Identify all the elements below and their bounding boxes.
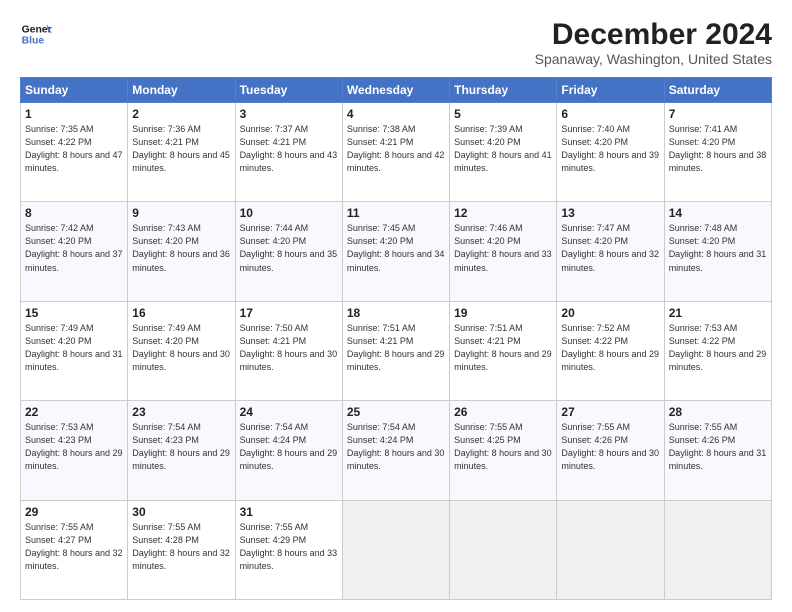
table-row: 3 Sunrise: 7:37 AMSunset: 4:21 PMDayligh… <box>235 103 342 202</box>
col-wednesday: Wednesday <box>342 78 449 103</box>
table-row: 14 Sunrise: 7:48 AMSunset: 4:20 PMDaylig… <box>664 202 771 301</box>
calendar-week-row: 15 Sunrise: 7:49 AMSunset: 4:20 PMDaylig… <box>21 301 772 400</box>
table-row: 2 Sunrise: 7:36 AMSunset: 4:21 PMDayligh… <box>128 103 235 202</box>
table-row: 30 Sunrise: 7:55 AMSunset: 4:28 PMDaylig… <box>128 500 235 599</box>
table-row: 1 Sunrise: 7:35 AMSunset: 4:22 PMDayligh… <box>21 103 128 202</box>
col-sunday: Sunday <box>21 78 128 103</box>
calendar: Sunday Monday Tuesday Wednesday Thursday… <box>20 77 772 600</box>
table-row: 8 Sunrise: 7:42 AMSunset: 4:20 PMDayligh… <box>21 202 128 301</box>
table-row: 4 Sunrise: 7:38 AMSunset: 4:21 PMDayligh… <box>342 103 449 202</box>
subtitle: Spanaway, Washington, United States <box>535 51 772 67</box>
calendar-week-row: 1 Sunrise: 7:35 AMSunset: 4:22 PMDayligh… <box>21 103 772 202</box>
table-row: 31 Sunrise: 7:55 AMSunset: 4:29 PMDaylig… <box>235 500 342 599</box>
empty-cell <box>557 500 664 599</box>
table-row: 23 Sunrise: 7:54 AMSunset: 4:23 PMDaylig… <box>128 401 235 500</box>
table-row: 22 Sunrise: 7:53 AMSunset: 4:23 PMDaylig… <box>21 401 128 500</box>
calendar-week-row: 29 Sunrise: 7:55 AMSunset: 4:27 PMDaylig… <box>21 500 772 599</box>
logo: General Blue <box>20 18 52 50</box>
table-row: 25 Sunrise: 7:54 AMSunset: 4:24 PMDaylig… <box>342 401 449 500</box>
empty-cell <box>342 500 449 599</box>
table-row: 19 Sunrise: 7:51 AMSunset: 4:21 PMDaylig… <box>450 301 557 400</box>
col-saturday: Saturday <box>664 78 771 103</box>
table-row: 26 Sunrise: 7:55 AMSunset: 4:25 PMDaylig… <box>450 401 557 500</box>
table-row: 28 Sunrise: 7:55 AMSunset: 4:26 PMDaylig… <box>664 401 771 500</box>
col-monday: Monday <box>128 78 235 103</box>
table-row: 27 Sunrise: 7:55 AMSunset: 4:26 PMDaylig… <box>557 401 664 500</box>
title-block: December 2024 Spanaway, Washington, Unit… <box>535 18 772 67</box>
table-row: 13 Sunrise: 7:47 AMSunset: 4:20 PMDaylig… <box>557 202 664 301</box>
page: General Blue December 2024 Spanaway, Was… <box>0 0 792 612</box>
calendar-week-row: 22 Sunrise: 7:53 AMSunset: 4:23 PMDaylig… <box>21 401 772 500</box>
table-row: 11 Sunrise: 7:45 AMSunset: 4:20 PMDaylig… <box>342 202 449 301</box>
table-row: 10 Sunrise: 7:44 AMSunset: 4:20 PMDaylig… <box>235 202 342 301</box>
logo-icon: General Blue <box>20 18 52 50</box>
calendar-header-row: Sunday Monday Tuesday Wednesday Thursday… <box>21 78 772 103</box>
empty-cell <box>450 500 557 599</box>
table-row: 7 Sunrise: 7:41 AMSunset: 4:20 PMDayligh… <box>664 103 771 202</box>
table-row: 24 Sunrise: 7:54 AMSunset: 4:24 PMDaylig… <box>235 401 342 500</box>
table-row: 12 Sunrise: 7:46 AMSunset: 4:20 PMDaylig… <box>450 202 557 301</box>
table-row: 29 Sunrise: 7:55 AMSunset: 4:27 PMDaylig… <box>21 500 128 599</box>
calendar-week-row: 8 Sunrise: 7:42 AMSunset: 4:20 PMDayligh… <box>21 202 772 301</box>
col-friday: Friday <box>557 78 664 103</box>
col-thursday: Thursday <box>450 78 557 103</box>
col-tuesday: Tuesday <box>235 78 342 103</box>
table-row: 21 Sunrise: 7:53 AMSunset: 4:22 PMDaylig… <box>664 301 771 400</box>
table-row: 20 Sunrise: 7:52 AMSunset: 4:22 PMDaylig… <box>557 301 664 400</box>
table-row: 17 Sunrise: 7:50 AMSunset: 4:21 PMDaylig… <box>235 301 342 400</box>
svg-text:Blue: Blue <box>22 36 45 47</box>
table-row: 5 Sunrise: 7:39 AMSunset: 4:20 PMDayligh… <box>450 103 557 202</box>
table-row: 15 Sunrise: 7:49 AMSunset: 4:20 PMDaylig… <box>21 301 128 400</box>
header: General Blue December 2024 Spanaway, Was… <box>20 18 772 67</box>
table-row: 6 Sunrise: 7:40 AMSunset: 4:20 PMDayligh… <box>557 103 664 202</box>
table-row: 9 Sunrise: 7:43 AMSunset: 4:20 PMDayligh… <box>128 202 235 301</box>
table-row: 18 Sunrise: 7:51 AMSunset: 4:21 PMDaylig… <box>342 301 449 400</box>
main-title: December 2024 <box>535 18 772 51</box>
table-row: 16 Sunrise: 7:49 AMSunset: 4:20 PMDaylig… <box>128 301 235 400</box>
empty-cell <box>664 500 771 599</box>
